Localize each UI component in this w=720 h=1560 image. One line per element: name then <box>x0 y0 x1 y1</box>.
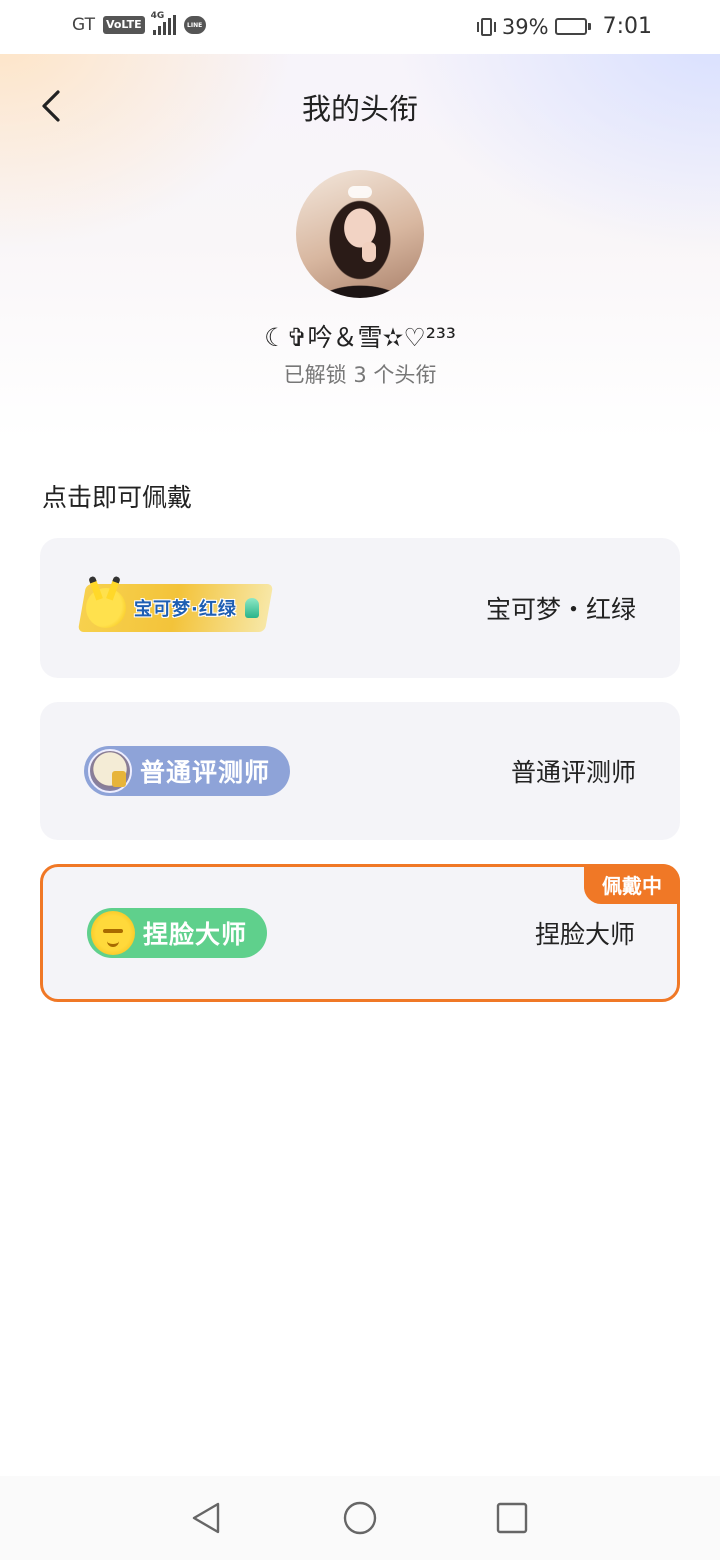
yellow-face-icon <box>91 911 135 955</box>
status-left: GT VoLTE 4G LINE <box>72 11 206 35</box>
volte-icon: VoLTE <box>102 16 145 34</box>
circle-home-icon <box>343 1501 377 1535</box>
unlocked-count: 已解锁 3 个头衔 <box>283 363 437 387</box>
clock: 7:01 <box>602 14 652 39</box>
username: ☾✞吟＆雪✫♡²³³ <box>264 323 456 352</box>
title-card-pokemon[interactable]: 宝可梦·红绿 宝可梦・红绿 <box>40 538 680 678</box>
title-name: 普通评测师 <box>510 758 636 787</box>
page-title: 我的头衔 <box>301 92 418 126</box>
carrier-label: GT <box>72 15 95 35</box>
vibrate-icon <box>476 17 496 36</box>
nav-back-button[interactable] <box>188 1500 224 1536</box>
square-recent-icon <box>496 1502 528 1534</box>
nav-home-button[interactable] <box>342 1500 378 1536</box>
line-app-icon: LINE <box>183 16 206 34</box>
title-badge-reviewer: 普通评测师 <box>84 746 291 796</box>
battery-icon <box>554 18 591 35</box>
title-card-face-master[interactable]: 佩戴中 捏脸大师 捏脸大师 <box>40 864 680 1002</box>
title-badge-pokemon: 宝可梦·红绿 <box>77 584 274 632</box>
avatar <box>296 170 424 298</box>
triangle-back-icon <box>192 1502 220 1534</box>
title-card-reviewer[interactable]: 普通评测师 普通评测师 <box>40 702 680 840</box>
title-badge-text: 捏脸大师 <box>143 920 248 949</box>
battery-percent: 39% <box>501 14 549 39</box>
network-type: 4G <box>150 11 165 21</box>
status-bar: GT VoLTE 4G LINE 39% 7:01 <box>0 0 720 54</box>
title-badge-face-master: 捏脸大师 <box>87 908 268 958</box>
reviewer-avatar-icon <box>88 749 132 793</box>
navigation-bar <box>0 1476 720 1560</box>
status-right: 39% 7:01 <box>476 14 652 39</box>
title-name: 捏脸大师 <box>534 920 635 949</box>
title-badge-text: 宝可梦·红绿 <box>134 599 237 620</box>
wearing-badge: 佩戴中 <box>584 864 680 904</box>
nav-recent-button[interactable] <box>494 1500 530 1536</box>
gem-icon <box>244 598 259 618</box>
pikachu-icon <box>86 588 126 628</box>
signal-icon: 4G <box>151 11 176 35</box>
title-badge-text: 普通评测师 <box>140 758 271 787</box>
section-title: 点击即可佩戴 <box>42 483 193 512</box>
title-name: 宝可梦・红绿 <box>485 595 636 624</box>
